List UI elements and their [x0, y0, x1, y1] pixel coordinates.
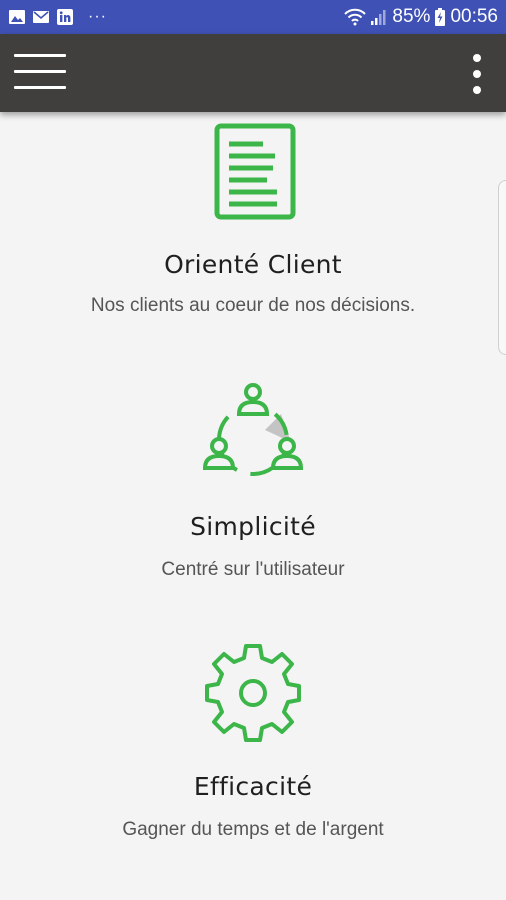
notification-icons: ···	[8, 8, 107, 26]
hamburger-menu-icon[interactable]	[14, 54, 66, 94]
battery-charging-icon	[435, 8, 446, 26]
more-vert-icon[interactable]	[470, 54, 484, 94]
feature-efficiency: Efficacité Gagner du temps et de l'argen…	[0, 640, 506, 841]
people-cycle-icon	[202, 383, 304, 476]
feature-subtitle: Centré sur l'utilisateur	[161, 559, 345, 580]
gallery-icon	[9, 10, 25, 24]
system-indicators: 85% 00:56	[344, 6, 498, 28]
gear-icon	[205, 644, 301, 742]
feature-title: Orienté Client	[164, 250, 342, 279]
feature-title: Efficacité	[193, 772, 313, 801]
feature-subtitle: Gagner du temps et de l'argent	[122, 819, 384, 840]
battery-percent: 85%	[392, 6, 431, 27]
feature-simplicity: Simplicité Centré sur l'utilisateur	[0, 376, 506, 581]
document-icon	[214, 123, 296, 220]
more-notifications: ···	[88, 8, 107, 25]
clock: 00:56	[450, 6, 498, 27]
feature-subtitle: Nos clients au coeur de nos décisions.	[90, 295, 416, 316]
linkedin-icon	[57, 9, 73, 25]
email-icon	[33, 11, 49, 23]
wifi-icon	[344, 8, 367, 26]
feature-title: Simplicité	[190, 512, 316, 541]
feature-customer-oriented: Orienté Client Nos clients au coeur de n…	[0, 118, 506, 317]
signal-icon	[371, 10, 386, 25]
status-bar: ··· 85% 00:56	[0, 0, 506, 34]
app-bar	[0, 34, 506, 112]
